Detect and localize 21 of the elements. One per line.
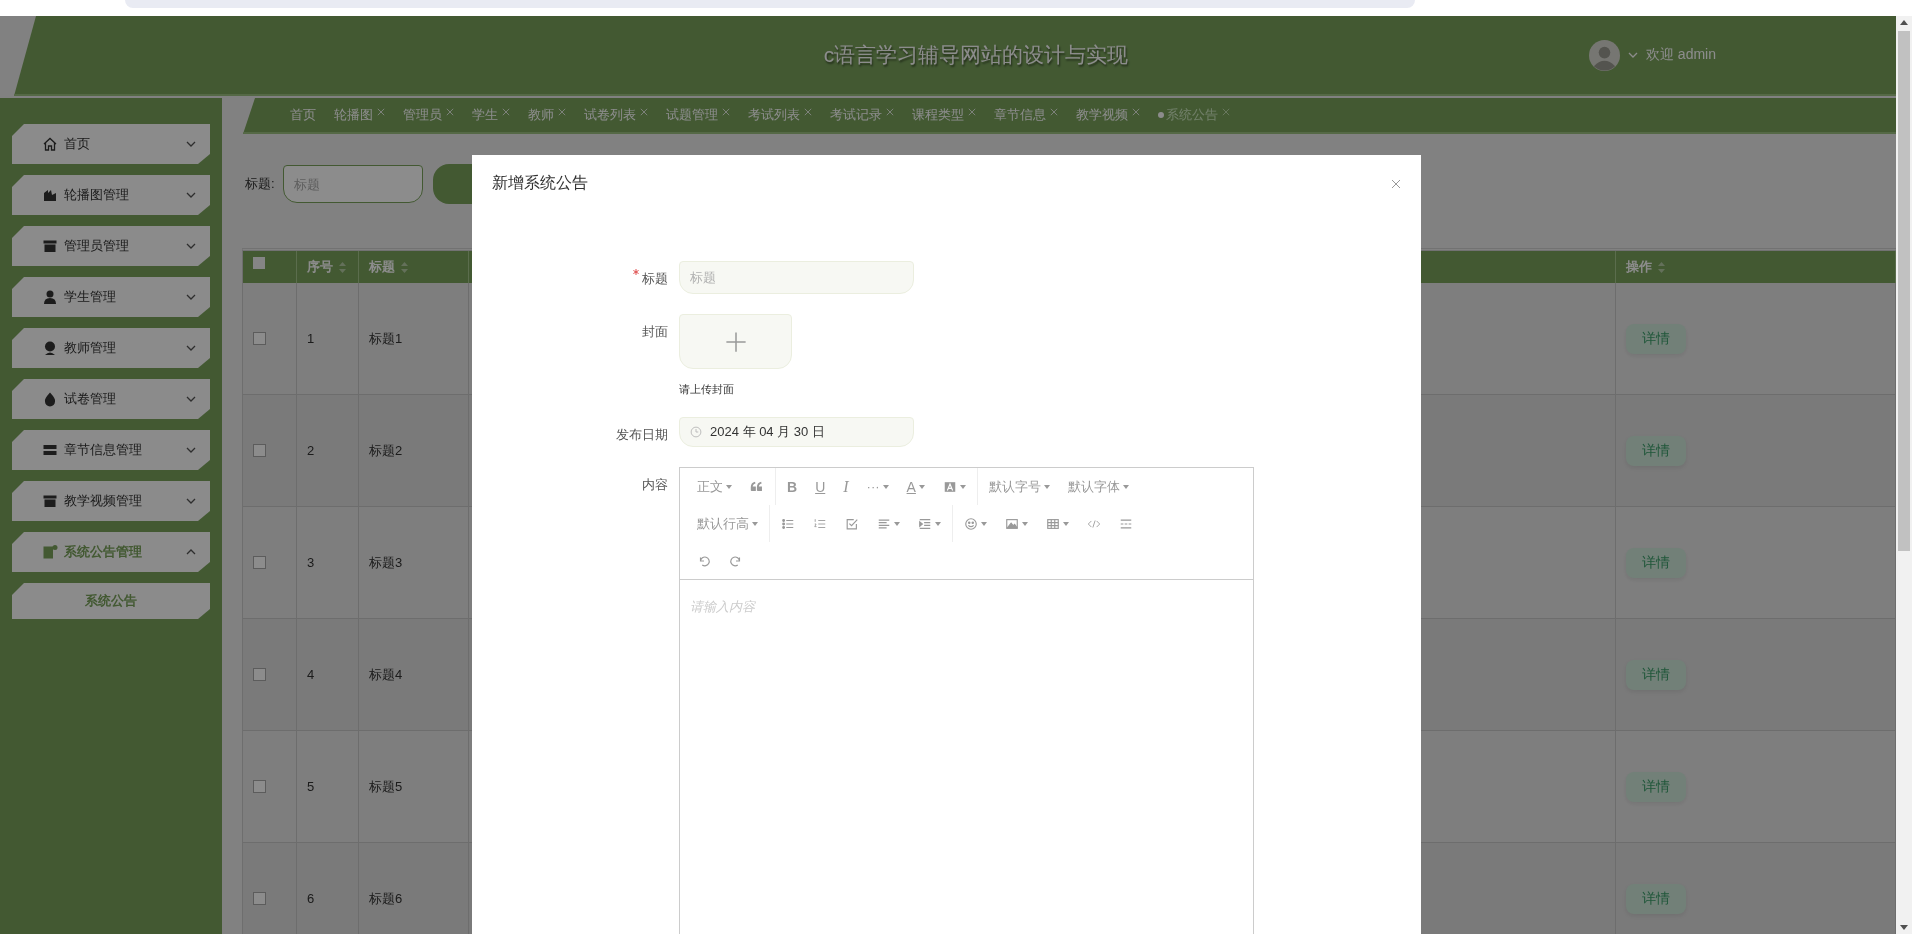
upload-hint: 请上传封面 (679, 382, 735, 397)
field-label: 封面 (642, 323, 668, 341)
table-cell: 标题5 (359, 731, 469, 843)
table-cell: 标题1 (359, 283, 469, 395)
table-cell: 2 (297, 395, 359, 507)
table-cell: 5 (297, 731, 359, 843)
table-cell: 1 (297, 283, 359, 395)
table-cell: 标题4 (359, 619, 469, 731)
table-cell: 标题6 (359, 843, 469, 934)
search-label: 标题: (245, 175, 275, 193)
date-value: 2024 年 04 月 30 日 (710, 423, 825, 441)
field-label: 发布日期 (616, 426, 668, 444)
table-cell: 标题2 (359, 395, 469, 507)
table-cell: 4 (297, 619, 359, 731)
field-label: 标题 (642, 270, 668, 288)
table-cell: 3 (297, 507, 359, 619)
field-label: 内容 (642, 476, 668, 494)
table-cell: 6 (297, 843, 359, 934)
site-title: c语言学习辅导网站的设计与实现 (823, 42, 1129, 68)
dialog-title: 新增系统公告 (492, 173, 588, 193)
table-cell: 标题3 (359, 507, 469, 619)
